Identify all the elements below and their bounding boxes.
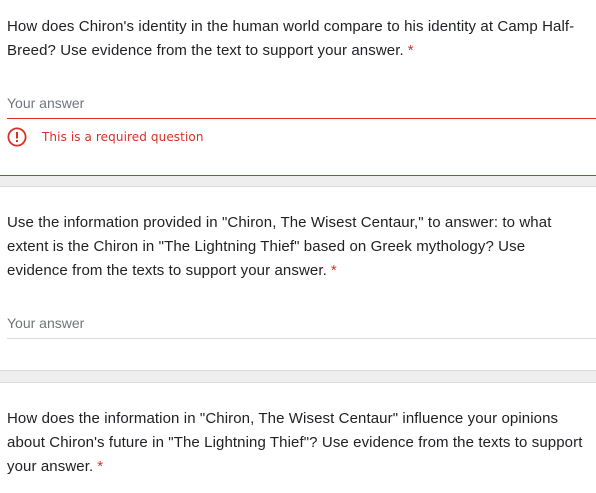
answer-field-2[interactable]: [7, 311, 596, 339]
question-card-1: How does Chiron's identity in the human …: [0, 0, 596, 176]
section-divider: [0, 370, 596, 383]
required-asterisk: *: [330, 262, 337, 279]
error-text: This is a required question: [42, 130, 204, 144]
required-asterisk: *: [407, 42, 414, 59]
question-title-1: How does Chiron's identity in the human …: [7, 15, 590, 63]
error-outline-icon: [7, 127, 27, 147]
answer-field-1[interactable]: [7, 91, 596, 119]
error-message: This is a required question: [7, 125, 204, 149]
required-asterisk: *: [97, 458, 104, 475]
question-text-2: Use the information provided in "Chiron,…: [7, 214, 552, 279]
question-card-3: How does the information in "Chiron, The…: [0, 383, 596, 493]
question-title-2: Use the information provided in "Chiron,…: [7, 211, 590, 283]
question-text-1: How does Chiron's identity in the human …: [7, 18, 575, 59]
question-title-3: How does the information in "Chiron, The…: [7, 407, 590, 479]
answer-underline-2: [7, 338, 596, 339]
section-divider: [0, 176, 596, 187]
answer-input-1[interactable]: [7, 91, 596, 115]
question-text-3: How does the information in "Chiron, The…: [7, 410, 583, 475]
answer-input-2[interactable]: [7, 311, 596, 335]
answer-underline-1: [7, 118, 596, 119]
question-card-2: Use the information provided in "Chiron,…: [0, 187, 596, 370]
form-page: How does Chiron's identity in the human …: [0, 0, 596, 493]
